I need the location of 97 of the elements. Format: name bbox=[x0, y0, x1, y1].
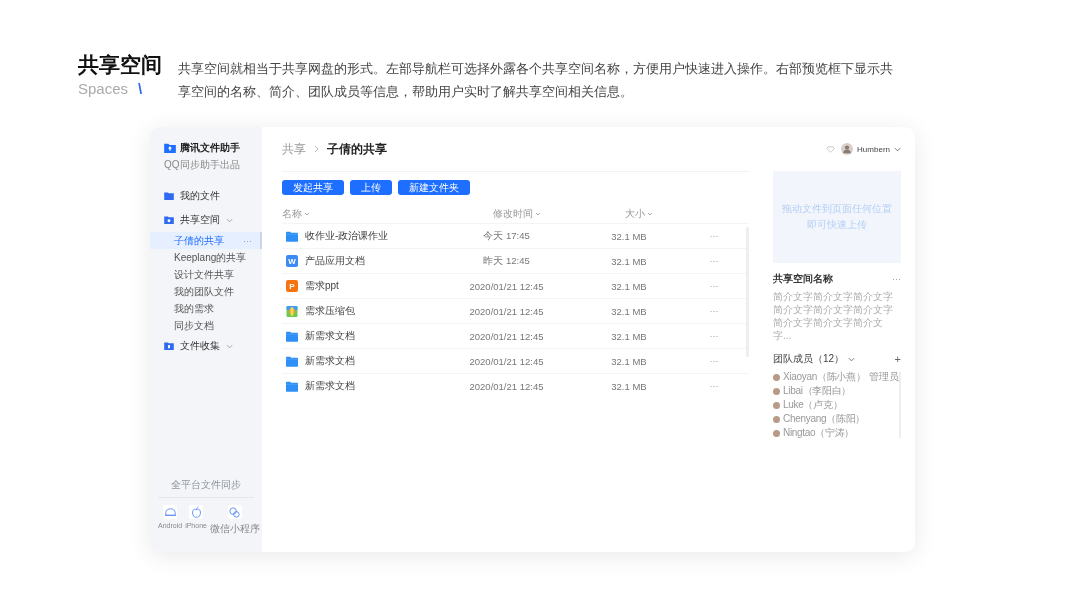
space-name: 共享空间名称 bbox=[773, 272, 833, 286]
nav-item[interactable]: 文件收集 bbox=[150, 334, 262, 358]
file-name[interactable]: 新需求文档 bbox=[305, 354, 355, 368]
file-name[interactable]: 新需求文档 bbox=[305, 329, 355, 343]
space-item[interactable]: 我的团队文件 bbox=[150, 283, 262, 300]
caret-icon[interactable] bbox=[894, 146, 901, 152]
archive-icon bbox=[286, 305, 298, 317]
member-name: Chenyang（陈阳） bbox=[783, 412, 865, 426]
apple-icon[interactable] bbox=[189, 505, 204, 519]
member-name: Xiaoyan（陈小燕） bbox=[783, 370, 866, 384]
folder-icon bbox=[164, 342, 174, 350]
file-name[interactable]: 产品应用文档 bbox=[305, 254, 365, 268]
more-button[interactable]: ··· bbox=[709, 281, 719, 291]
modified-time: 昨天 12:45 bbox=[482, 254, 531, 268]
sort-caret-icon[interactable] bbox=[304, 212, 310, 216]
chat-icon[interactable] bbox=[227, 505, 242, 519]
member-name: Ningtao（宁涛） bbox=[783, 426, 855, 440]
more-button[interactable]: ··· bbox=[709, 381, 719, 391]
sync-caption: 全平台文件同步 bbox=[158, 478, 254, 498]
file-size: 32.1 MB bbox=[610, 380, 648, 392]
space-label: 我的需求 bbox=[174, 301, 214, 316]
slide-title: 共享空间 bbox=[78, 52, 162, 78]
user-name[interactable]: Humbern bbox=[857, 144, 890, 154]
more-button[interactable]: ··· bbox=[709, 331, 719, 341]
chevron-icon bbox=[314, 145, 319, 153]
member-name: Libai（李阳白） bbox=[783, 384, 852, 398]
team-title[interactable]: 团队成员（12） bbox=[773, 352, 845, 366]
sort-caret-icon[interactable] bbox=[647, 212, 653, 216]
space-label: Keeplang的共享 bbox=[174, 250, 247, 265]
platform-label: 微信小程序 bbox=[209, 522, 260, 536]
more-button[interactable]: ··· bbox=[709, 231, 719, 241]
file-size: 32.1 MB bbox=[610, 230, 648, 242]
caret-icon[interactable] bbox=[226, 343, 233, 349]
space-item[interactable]: 同步文档 bbox=[150, 317, 262, 334]
nav-item[interactable]: 我的文件 bbox=[150, 184, 262, 208]
action-button[interactable]: 上传 bbox=[350, 180, 392, 195]
more-button[interactable]: ··· bbox=[709, 356, 719, 366]
breadcrumb-item: 子倩的共享 bbox=[327, 140, 387, 158]
column-header[interactable]: 名称 bbox=[282, 207, 454, 221]
more-button[interactable]: ··· bbox=[709, 306, 719, 316]
space-item[interactable]: Keeplang的共享 bbox=[150, 249, 262, 266]
file-name[interactable]: 需求压缩包 bbox=[305, 304, 355, 318]
add-member-button[interactable]: + bbox=[894, 353, 901, 365]
file-size: 32.1 MB bbox=[610, 330, 648, 342]
file-size: 32.1 MB bbox=[610, 305, 648, 317]
folder-icon bbox=[286, 230, 298, 242]
breadcrumb-item[interactable]: 共享 bbox=[282, 140, 306, 158]
slides-file-icon: P bbox=[286, 280, 298, 292]
file-name[interactable]: 收作业-政治课作业 bbox=[305, 229, 389, 243]
slash-mark: \ bbox=[138, 80, 143, 97]
nav-label: 共享空间 bbox=[180, 213, 220, 227]
file-name[interactable]: 新需求文档 bbox=[305, 379, 355, 393]
folder-logo-icon bbox=[164, 143, 176, 153]
caret-icon[interactable] bbox=[848, 356, 856, 362]
action-button[interactable]: 发起共享 bbox=[282, 180, 344, 195]
space-description: 简介文字简介文字简介文字简介文字简介文字简介文字简介文字简介文字简介文字... bbox=[773, 290, 894, 342]
file-size: 32.1 MB bbox=[610, 280, 648, 292]
action-button[interactable]: 新建文件夹 bbox=[398, 180, 470, 195]
diamond-icon[interactable] bbox=[826, 145, 836, 153]
space-label: 子倩的共享 bbox=[174, 233, 224, 248]
modified-time: 今天 17:45 bbox=[482, 229, 531, 243]
space-label: 设计文件共享 bbox=[174, 267, 234, 282]
space-label: 我的团队文件 bbox=[174, 284, 234, 299]
space-item[interactable]: 我的需求 bbox=[150, 300, 262, 317]
caret-icon[interactable] bbox=[226, 217, 233, 223]
folder-icon bbox=[286, 330, 298, 342]
member-role: 管理员 bbox=[868, 370, 899, 384]
nav-label: 我的文件 bbox=[180, 189, 220, 203]
space-item[interactable]: 子倩的共享 ··· bbox=[150, 232, 262, 249]
folder-icon bbox=[286, 380, 298, 392]
slide-subtitle: Spaces bbox=[78, 80, 129, 97]
slide-description: 共享空间就相当于共享网盘的形式。左部导航栏可选择外露各个共享空间名称，方便用户快速进入操作。右部预览框下显示共享空间的名称、简介、团队成员等信息，帮助用户实时了解共享空间相关信息。 bbox=[178, 61, 894, 101]
folder-icon bbox=[164, 192, 174, 200]
file-name[interactable]: 需求ppt bbox=[305, 279, 339, 293]
column-header[interactable]: 大小 bbox=[579, 207, 699, 221]
sort-caret-icon[interactable] bbox=[534, 212, 541, 216]
modified-time: 2020/01/21 12:45 bbox=[468, 280, 545, 292]
nav-label: 文件收集 bbox=[180, 339, 220, 353]
folder-icon bbox=[286, 355, 298, 367]
column-header[interactable]: 修改时间 bbox=[454, 207, 579, 221]
app-tagline: QQ同步助手出品 bbox=[164, 158, 241, 172]
word-file-icon: W bbox=[286, 255, 298, 267]
more-button[interactable]: ··· bbox=[892, 274, 901, 284]
file-size: 32.1 MB bbox=[610, 255, 648, 267]
space-item[interactable]: 设计文件共享 bbox=[150, 266, 262, 283]
modified-time: 2020/01/21 12:45 bbox=[468, 330, 545, 342]
file-size: 32.1 MB bbox=[610, 355, 648, 367]
avatar-icon[interactable] bbox=[841, 143, 854, 155]
modified-time: 2020/01/21 12:45 bbox=[468, 380, 545, 392]
modified-time: 2020/01/21 12:45 bbox=[468, 305, 545, 317]
modified-time: 2020/01/21 12:45 bbox=[468, 355, 545, 367]
app-name: 腾讯文件助手 bbox=[180, 141, 240, 155]
nav-item[interactable]: 共享空间 bbox=[150, 208, 262, 232]
more-button[interactable]: ··· bbox=[709, 256, 719, 266]
member-name: Luke（卢克） bbox=[783, 398, 843, 412]
space-label: 同步文档 bbox=[174, 318, 214, 333]
folder-icon bbox=[164, 216, 174, 224]
